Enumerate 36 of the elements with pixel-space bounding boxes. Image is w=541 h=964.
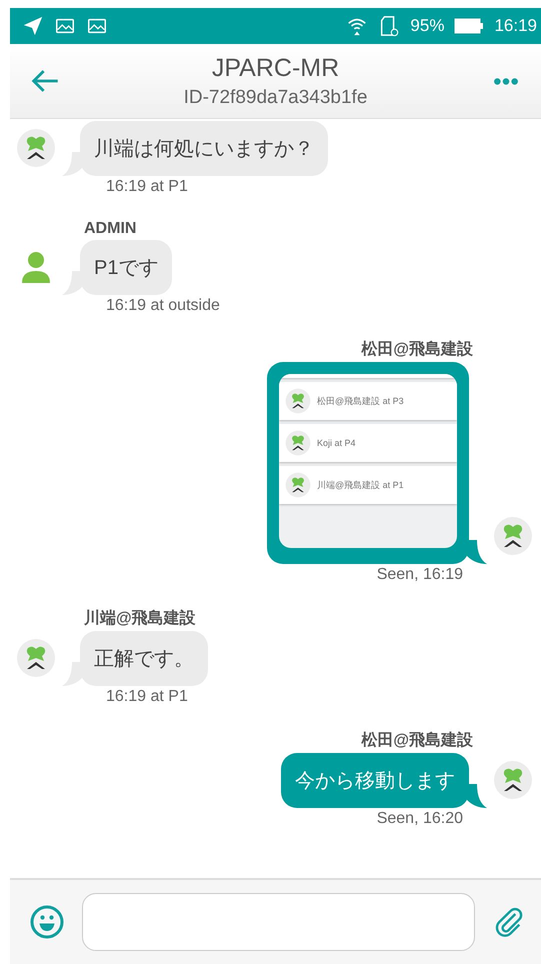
message-bubble: 今から移動します [281,753,469,808]
chat-id: ID-72f89da7a343b1fe [184,86,368,108]
paper-plane-icon [22,15,44,37]
logo-avatar-icon [285,430,311,456]
sender-name: ADMIN [84,220,136,238]
chat-title: JPARC-MR [212,54,340,82]
battery-percent: 95% [410,16,444,36]
logo-avatar-icon [16,638,56,678]
sender-name: 松田@飛島建設 [361,730,473,751]
message-meta: Seen, 16:20 [376,810,463,828]
bubble-tail [467,784,487,808]
sd-card-icon [378,15,400,37]
more-dots-icon [493,76,519,86]
status-time: 16:19 [494,16,537,36]
location-text: 川端@飛島建設 at P1 [317,478,404,492]
message-meta: 16:19 at P1 [106,178,188,196]
logo-avatar-icon [285,472,311,498]
logo-avatar-icon [493,516,533,556]
message-bubble: P1です [80,240,172,295]
message-bubble: 川端は何処にいますか？ [80,121,328,176]
bubble-tail [467,540,487,564]
message-input[interactable] [82,893,475,951]
message-meta: 16:19 at P1 [106,688,188,706]
message-meta: 16:19 at outside [106,297,220,315]
battery-icon [454,18,484,34]
location-text: Koji at P4 [317,438,356,448]
sender-name: 松田@飛島建設 [361,339,473,360]
location-text: 松田@飛島建設 at P3 [317,394,404,408]
logo-avatar-icon [493,760,533,800]
smiley-icon [29,904,65,940]
message-bubble: 正解です。 [80,631,208,686]
sender-name: 川端@飛島建設 [84,608,196,629]
image-message[interactable]: 松田@飛島建設 at P3 Koji at P4 川端@飛島建設 at P1 [267,362,469,564]
message-meta: Seen, 16:19 [376,566,463,584]
logo-avatar-icon [16,128,56,168]
logo-avatar-icon [285,388,311,414]
